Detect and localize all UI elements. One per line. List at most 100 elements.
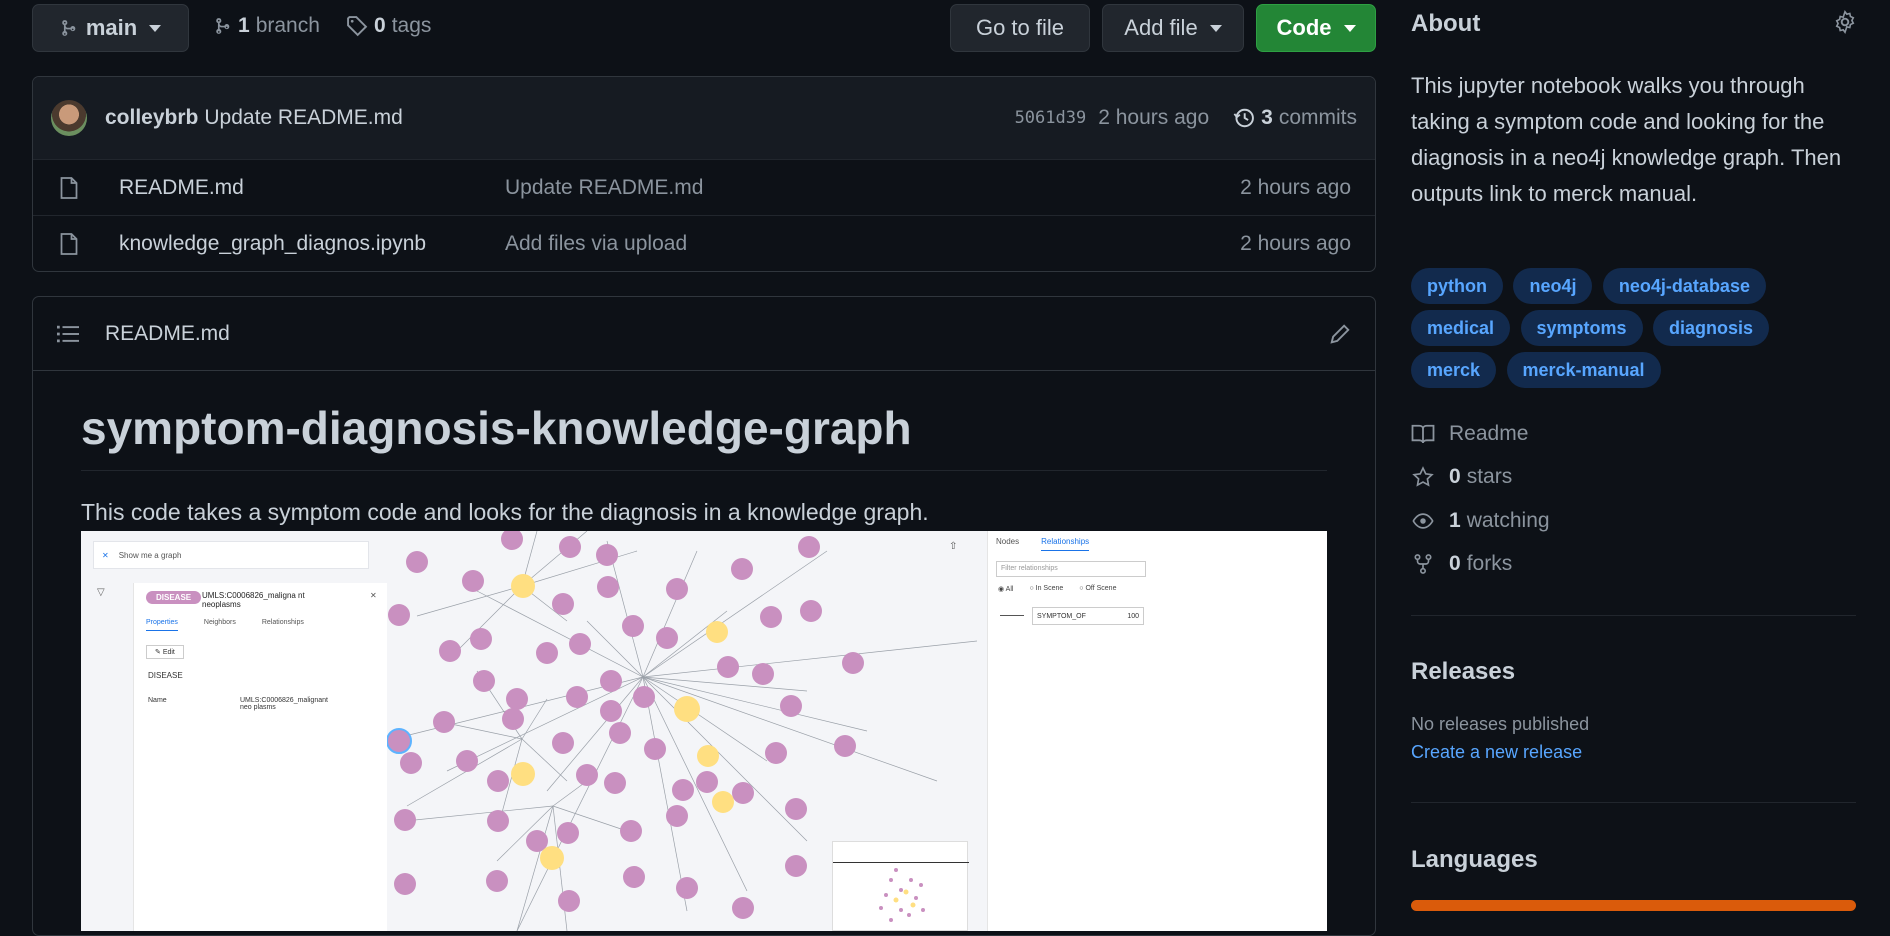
forks-label: forks [1466,552,1513,575]
tags-link[interactable]: 0 tags [346,14,431,38]
topic-tag[interactable]: symptoms [1520,310,1643,346]
commit-message[interactable]: Update README.md [204,106,402,130]
forks-count: 0 [1449,552,1461,575]
readme-label: Readme [1449,422,1529,445]
topic-tag[interactable]: neo4j-database [1602,268,1766,304]
readme-screenshot: ✕ Show me a graph ▽ DISEASE UMLS:C000682… [81,531,1327,931]
code-button[interactable]: Code [1256,4,1376,52]
branch-count: 1 [238,14,250,37]
file-row[interactable]: README.md Update README.md 2 hours ago [33,159,1375,215]
radio-all-label: All [1005,586,1014,593]
file-name[interactable]: knowledge_graph_diagnos.ipynb [119,232,505,256]
about-description: This jupyter notebook walks you through … [1411,73,1842,206]
commits-link[interactable]: 3 commits [1233,106,1357,130]
file-row[interactable]: knowledge_graph_diagnos.ipynb Add files … [33,215,1375,271]
edit-label: Edit [162,649,175,656]
book-icon [1411,424,1435,444]
readme-title: symptom-diagnosis-knowledge-graph [81,402,912,454]
chevron-down-icon [149,24,162,32]
branch-selector-button[interactable]: main [32,4,189,52]
about-heading: About [1411,10,1481,37]
commit-bar: colleybrb Update README.md 5061d39 2 hou… [33,77,1375,159]
node-inspector: DISEASE UMLS:C0006826_maligna nt neoplas… [133,583,387,931]
graph-search-text: Show me a graph [118,550,182,560]
commit-author[interactable]: colleybrb [105,106,198,130]
sidebar-divider [1411,802,1856,803]
radio-in-scene-label: In Scene [1035,585,1064,592]
chevron-down-icon [1343,24,1356,32]
node-title: UMLS:C0006826_maligna nt neoplasms [202,591,305,609]
list-icon[interactable] [57,324,79,344]
readme-panel: README.md symptom-diagnosis-knowledge-gr… [32,296,1376,936]
releases-heading[interactable]: Releases [1411,658,1515,686]
topic-tag[interactable]: python [1411,268,1503,304]
pencil-icon[interactable] [1329,323,1351,345]
fork-icon [1414,554,1432,574]
property-label: DISEASE [148,671,183,680]
file-time: 2 hours ago [1240,175,1351,199]
inspector-tabs: Properties Neighbors Relationships [146,619,304,631]
tag-label: tags [391,14,432,37]
relationships-panel: Nodes Relationships Filter relationships… [987,531,1327,931]
stars-link[interactable]: 0 stars [1411,465,1512,489]
language-bar [1411,900,1856,911]
gear-icon[interactable] [1833,10,1857,34]
file-time: 2 hours ago [1240,231,1351,255]
graph-search-box: ✕ Show me a graph [93,541,369,569]
stars-count: 0 [1449,465,1461,488]
code-label: Code [1276,15,1332,40]
languages-heading: Languages [1411,846,1538,873]
commit-sha[interactable]: 5061d39 [1015,108,1087,128]
sidebar-divider [1411,615,1856,616]
forks-link[interactable]: 0 forks [1411,552,1512,576]
relationship-count: 100 [1127,612,1139,620]
branch-icon [216,18,230,34]
file-icon [60,232,78,255]
topic-tag[interactable]: merck-manual [1506,352,1661,388]
create-release-link[interactable]: Create a new release [1411,742,1582,763]
star-icon [1412,466,1434,487]
node-label-badge: DISEASE [146,591,202,604]
tab-relationships: Relationships [261,619,304,626]
add-file-label: Add file [1124,15,1198,40]
file-commit-message[interactable]: Add files via upload [505,232,687,256]
go-to-file-label: Go to file [975,15,1065,40]
add-file-button[interactable]: Add file [1102,4,1244,52]
filter-icon: ▽ [97,587,105,598]
topic-tag[interactable]: medical [1411,310,1511,346]
title-divider [81,470,1327,471]
watching-link[interactable]: 1 watching [1411,509,1550,533]
readme-link[interactable]: Readme [1411,422,1528,446]
edit-button: ✎ Edit [146,645,184,659]
relationship-name: SYMPTOM_OF [1037,612,1086,620]
branches-link[interactable]: 1 branch [214,14,320,38]
watching-count: 1 [1449,509,1461,532]
readme-header: README.md [33,297,1375,371]
tab-properties: Properties [146,619,178,631]
graph-minimap [832,841,969,931]
no-releases-text: No releases published [1411,714,1590,734]
file-name[interactable]: README.md [119,176,505,200]
topic-tag[interactable]: merck [1411,352,1497,388]
filter-placeholder: Filter relationships [1001,565,1058,572]
branch-name: main [85,15,138,40]
avatar[interactable] [51,100,87,136]
commit-time: 2 hours ago [1098,106,1210,129]
topic-tag[interactable]: neo4j [1513,268,1593,304]
eye-icon [1412,513,1434,529]
file-commit-message[interactable]: Update README.md [505,176,703,200]
readme-filename: README.md [105,321,230,345]
readme-description: This code takes a symptom code and looks… [81,499,929,525]
commit-label: commits [1278,106,1357,129]
property-key: Name [148,697,167,704]
branch-icon [62,20,76,36]
tab-relationships: Relationships [1041,537,1090,551]
relationship-type-row: SYMPTOM_OF 100 [1032,607,1144,625]
chevron-down-icon [1209,24,1222,32]
go-to-file-button[interactable]: Go to file [950,4,1090,52]
filter-relationships-input: Filter relationships [996,561,1146,577]
tab-nodes: Nodes [996,537,1020,546]
tab-neighbors: Neighbors [203,619,236,626]
topic-tag[interactable]: diagnosis [1652,310,1769,346]
tag-icon [347,16,368,37]
